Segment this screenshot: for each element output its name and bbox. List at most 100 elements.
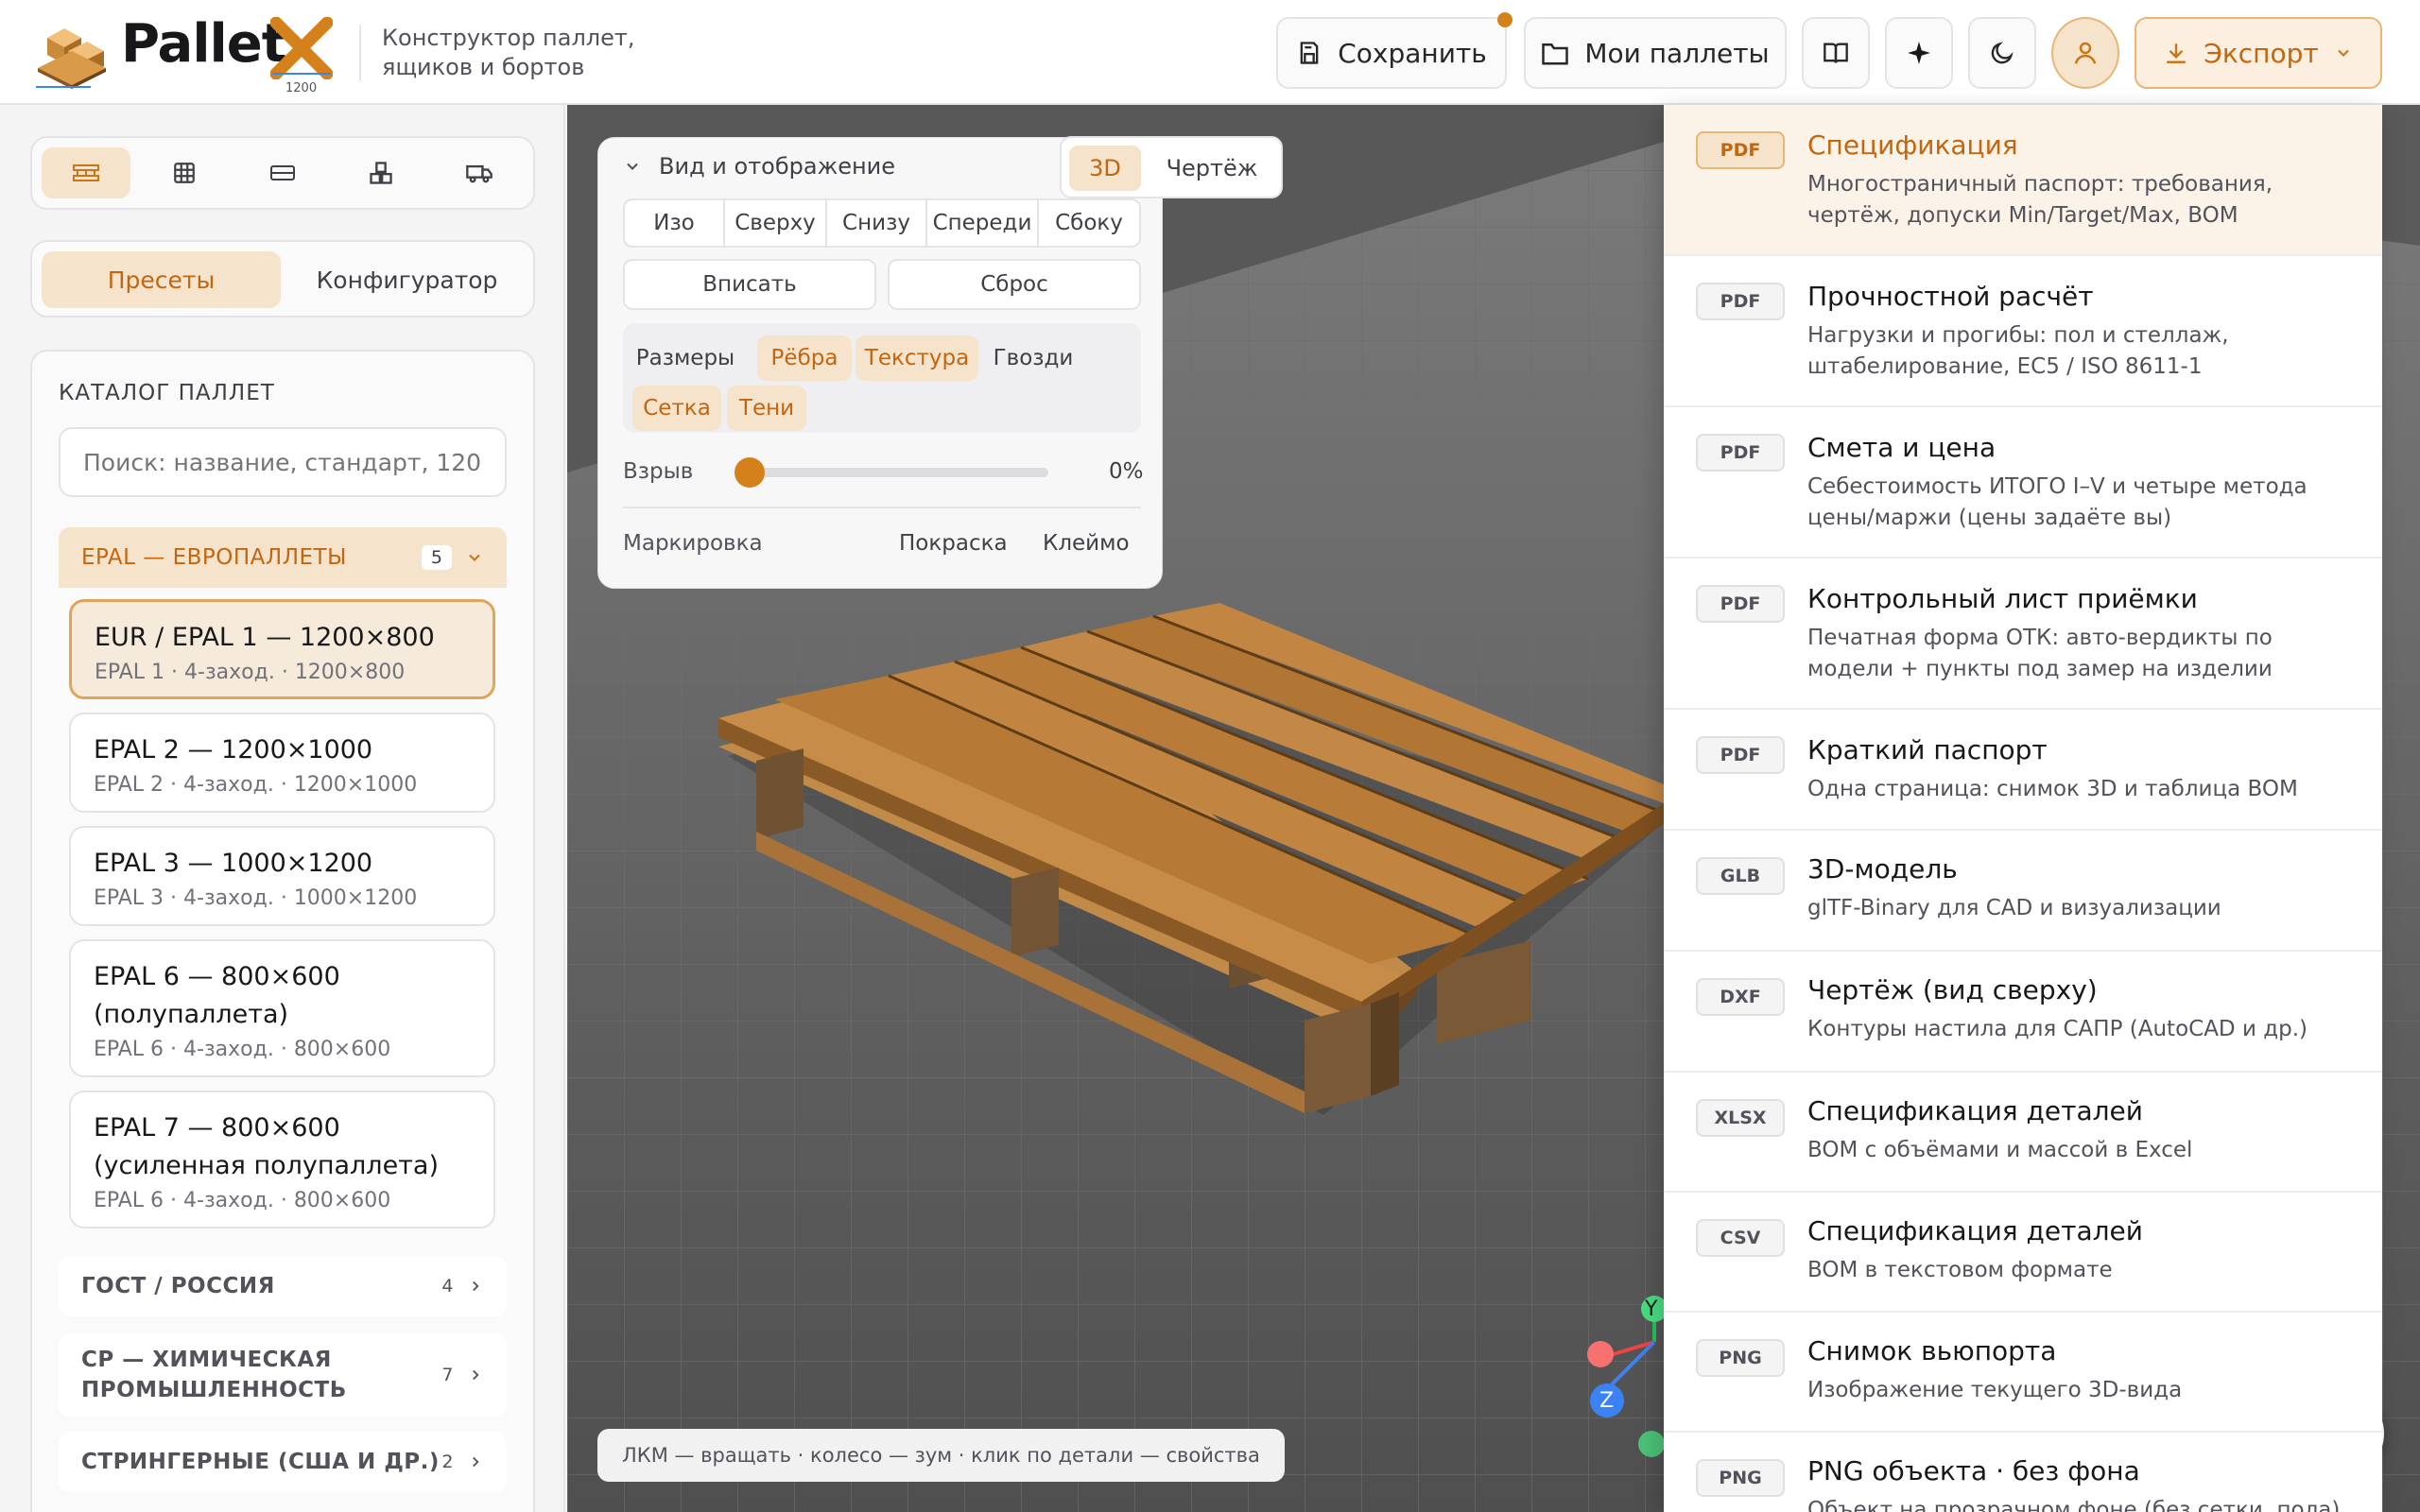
panel-divider — [623, 507, 1141, 508]
moon-icon — [1989, 40, 2015, 66]
reset-button[interactable]: Сброс — [888, 259, 1141, 310]
group-stringer[interactable]: СТРИНГЕРНЫЕ (США И ДР.) 2 — [59, 1432, 507, 1492]
tab-truck[interactable] — [435, 147, 524, 198]
group-epal[interactable]: EPAL — ЕВРОПАЛЛЕТЫ 5 — [59, 527, 507, 588]
group-cp[interactable]: CP — ХИМИЧЕСКАЯ ПРОМЫШЛЕННОСТЬ 7 — [59, 1333, 507, 1417]
format-badge: CSV — [1696, 1219, 1785, 1257]
chevron-down-icon — [623, 157, 642, 176]
fit-button[interactable]: Вписать — [623, 259, 876, 310]
preset-sub: EPAL 6 · 4-заход. · 800×600 — [94, 1189, 391, 1212]
tab-presets[interactable]: Пресеты — [42, 251, 281, 308]
export-strength-pdf[interactable]: PDF Прочностной расчёт Нагрузки и прогиб… — [1664, 256, 2382, 407]
toggle-dimensions[interactable]: Размеры — [632, 335, 738, 381]
brand-x-icon — [270, 17, 333, 79]
view-panel-toggle[interactable]: Вид и отображение — [623, 153, 895, 180]
preset-epal7[interactable]: EPAL 7 — 800×600 (усиленная полупаллета)… — [69, 1091, 495, 1228]
paint-button[interactable]: Покраска — [899, 531, 1008, 556]
tab-grid[interactable] — [140, 147, 229, 198]
pallet-logo-icon[interactable] — [34, 13, 108, 89]
export-dropdown: PDF Спецификация Многостраничный паспорт… — [1664, 105, 2382, 1512]
view-panel-title: Вид и отображение — [659, 153, 896, 180]
export-item-title: Спецификация деталей — [1807, 1095, 2143, 1126]
folder-icon — [1541, 40, 1569, 66]
toggle-shadows[interactable]: Тени — [727, 386, 806, 431]
format-badge: GLB — [1696, 857, 1785, 895]
export-item-title: Краткий паспорт — [1807, 734, 2048, 765]
chevron-right-icon — [467, 1366, 484, 1383]
preset-epal6[interactable]: EPAL 6 — 800×600 (полупаллета) EPAL 6 · … — [69, 939, 495, 1077]
toggle-grid[interactable]: Сетка — [632, 386, 721, 431]
preset-title: EUR / EPAL 1 — 1200×800 — [95, 623, 435, 652]
group-count: 2 — [441, 1452, 454, 1472]
export-button[interactable]: Экспорт — [2135, 17, 2382, 89]
preset-title: EPAL 2 — 1200×1000 — [94, 735, 373, 765]
view-bottom-button[interactable]: Снизу — [827, 200, 927, 246]
view-top-button[interactable]: Сверху — [725, 200, 827, 246]
tab-boxes[interactable] — [337, 147, 425, 198]
explode-slider[interactable] — [735, 457, 1048, 488]
preset-epal3[interactable]: EPAL 3 — 1000×1200 EPAL 3 · 4-заход. · 1… — [69, 826, 495, 926]
view-iso-button[interactable]: Изо — [625, 200, 725, 246]
export-png-object[interactable]: PNG PNG объекта · без фона Объект на про… — [1664, 1433, 2382, 1512]
toggle-edges[interactable]: Рёбра — [757, 335, 852, 381]
preset-sub: EPAL 3 · 4-заход. · 1000×1200 — [94, 886, 418, 910]
export-item-title: Чертёж (вид сверху) — [1807, 974, 2098, 1005]
toggle-texture[interactable]: Текстура — [856, 335, 978, 381]
docs-button[interactable] — [1802, 17, 1870, 89]
export-dxf[interactable]: DXF Чертёж (вид сверху) Контуры настила … — [1664, 952, 2382, 1073]
chevron-right-icon — [467, 1453, 484, 1470]
format-badge: DXF — [1696, 978, 1785, 1016]
tab-pallet[interactable] — [42, 147, 130, 198]
mode-drawing-button[interactable]: Чертёж — [1150, 146, 1273, 191]
search-input[interactable] — [59, 427, 507, 497]
controls-hint: ЛКМ — вращать · колесо — зум · клик по д… — [597, 1429, 1285, 1482]
tab-configurator[interactable]: Конфигуратор — [287, 251, 527, 308]
mode-switch: Пресеты Конфигуратор — [30, 240, 535, 318]
export-item-desc: glTF-Binary для CAD и визуализации — [1807, 896, 2221, 920]
export-glb[interactable]: GLB 3D-модель glTF-Binary для CAD и визу… — [1664, 831, 2382, 952]
preset-sub: EPAL 2 · 4-заход. · 1200×1000 — [94, 773, 418, 797]
book-icon — [1823, 40, 1849, 66]
format-badge: XLSX — [1696, 1099, 1785, 1137]
export-item-title: Прочностной расчёт — [1807, 281, 2094, 312]
preset-sub: EPAL 6 · 4-заход. · 800×600 — [94, 1038, 391, 1061]
stamp-button[interactable]: Клеймо — [1043, 531, 1130, 556]
format-badge: PDF — [1696, 434, 1785, 472]
export-spec-pdf[interactable]: PDF Спецификация Многостраничный паспорт… — [1664, 105, 2382, 256]
theme-toggle-button[interactable] — [1968, 17, 2036, 89]
chevron-right-icon — [467, 1278, 484, 1295]
format-badge: PNG — [1696, 1459, 1785, 1497]
format-badge: PDF — [1696, 736, 1785, 774]
preset-epal1[interactable]: EUR / EPAL 1 — 1200×800 EPAL 1 · 4-заход… — [69, 599, 495, 699]
export-item-desc: BOM в текстовом формате — [1807, 1258, 2113, 1282]
header-divider — [359, 25, 361, 81]
preset-title: EPAL 6 — 800×600 (полупаллета) — [94, 962, 340, 1029]
my-pallets-label: Мои паллеты — [1584, 37, 1770, 69]
save-button[interactable]: Сохранить — [1276, 17, 1507, 89]
export-checklist-pdf[interactable]: PDF Контрольный лист приёмки Печатная фо… — [1664, 558, 2382, 710]
pallet-icon — [72, 162, 100, 184]
toggle-nails[interactable]: Гвозди — [986, 335, 1080, 381]
group-gost[interactable]: ГОСТ / РОССИЯ 4 — [59, 1256, 507, 1316]
mode-3d-button[interactable]: 3D — [1069, 146, 1141, 191]
export-item-title: Контрольный лист приёмки — [1807, 583, 2198, 614]
explode-value: 0% — [1109, 459, 1144, 484]
user-icon — [2071, 39, 2100, 67]
export-brief-pdf[interactable]: PDF Краткий паспорт Одна страница: снимо… — [1664, 710, 2382, 831]
view-side-button[interactable]: Сбоку — [1039, 200, 1139, 246]
my-pallets-button[interactable]: Мои паллеты — [1524, 17, 1787, 89]
sidebar-tab-bar — [30, 136, 535, 210]
export-csv[interactable]: CSV Спецификация деталей BOM в текстовом… — [1664, 1193, 2382, 1313]
app-subtitle-line1: Конструктор паллет, — [382, 25, 635, 51]
export-png-viewport[interactable]: PNG Снимок вьюпорта Изображение текущего… — [1664, 1313, 2382, 1433]
explode-slider-handle[interactable] — [735, 457, 765, 488]
account-button[interactable] — [2051, 17, 2119, 89]
tab-board[interactable] — [238, 147, 327, 198]
ai-button[interactable] — [1885, 17, 1953, 89]
export-item-desc: Многостраничный паспорт: требования, чер… — [1807, 172, 2273, 228]
export-xlsx[interactable]: XLSX Спецификация деталей BOM с объёмами… — [1664, 1073, 2382, 1193]
preset-epal2[interactable]: EPAL 2 — 1200×1000 EPAL 2 · 4-заход. · 1… — [69, 713, 495, 813]
unsaved-dot — [1497, 12, 1512, 27]
view-front-button[interactable]: Спереди — [927, 200, 1039, 246]
export-estimate-pdf[interactable]: PDF Смета и цена Себестоимость ИТОГО I–V… — [1664, 407, 2382, 558]
